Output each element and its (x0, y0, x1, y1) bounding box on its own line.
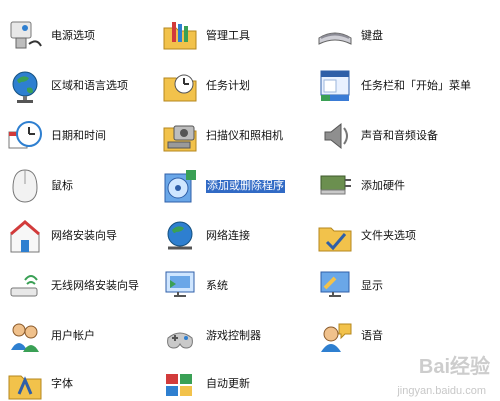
watermark: Bai经验 (418, 356, 490, 378)
item-scheduled-tasks[interactable]: 任务计划 (160, 64, 250, 108)
item-fonts[interactable]: 字体 (5, 362, 73, 401)
item-date-time[interactable]: 日期和时间 (5, 114, 106, 158)
speaker-icon (315, 116, 355, 156)
game-controller-icon (160, 316, 200, 356)
globe-icon (5, 66, 45, 106)
scanner-camera-icon (160, 116, 200, 156)
item-label: 电源选项 (51, 29, 95, 42)
item-label: 任务计划 (206, 79, 250, 92)
add-remove-programs-icon (160, 166, 200, 206)
keyboard-icon (315, 16, 355, 56)
item-label: 无线网络安装向导 (51, 279, 139, 292)
mouse-icon (5, 166, 45, 206)
user-accounts-icon (5, 316, 45, 356)
item-label: 网络安装向导 (51, 229, 117, 242)
item-label: 游戏控制器 (206, 329, 261, 342)
item-speech[interactable]: 语音 (315, 314, 383, 358)
item-system[interactable]: 系统 (160, 264, 228, 308)
network-connections-icon (160, 216, 200, 256)
watermark-subtext: jingyan.baidu.com (397, 385, 486, 397)
item-label: 用户帐户 (51, 329, 95, 342)
speech-icon (315, 316, 355, 356)
item-taskbar-start[interactable]: 任务栏和「开始」菜单 (315, 64, 471, 108)
item-region-language[interactable]: 区域和语言选项 (5, 64, 128, 108)
item-label: 扫描仪和照相机 (206, 129, 283, 142)
item-user-accounts[interactable]: 用户帐户 (5, 314, 95, 358)
item-game-controllers[interactable]: 游戏控制器 (160, 314, 261, 358)
item-keyboard[interactable]: 键盘 (315, 14, 383, 58)
auto-update-icon (160, 364, 200, 401)
item-network-setup-wizard[interactable]: 网络安装向导 (5, 214, 117, 258)
item-wireless-setup-wizard[interactable]: 无线网络安装向导 (5, 264, 139, 308)
system-icon (160, 266, 200, 306)
item-display[interactable]: 显示 (315, 264, 383, 308)
item-admin-tools[interactable]: 管理工具 (160, 14, 250, 58)
network-setup-icon (5, 216, 45, 256)
item-scanner-camera[interactable]: 扫描仪和照相机 (160, 114, 283, 158)
control-panel-view: 电源选项 管理工具 键盘 区域和语言选项 任务计划 任务栏和「开始」菜单 日期和… (0, 0, 500, 401)
item-label: 添加或删除程序 (206, 179, 285, 193)
display-icon (315, 266, 355, 306)
item-label: 自动更新 (206, 377, 250, 390)
item-label: 添加硬件 (361, 179, 405, 192)
item-label: 文件夹选项 (361, 229, 416, 242)
item-label: 字体 (51, 377, 73, 390)
item-network-connections[interactable]: 网络连接 (160, 214, 250, 258)
item-label: 显示 (361, 279, 383, 292)
power-options-icon (5, 16, 45, 56)
datetime-icon (5, 116, 45, 156)
item-sound-audio[interactable]: 声音和音频设备 (315, 114, 438, 158)
item-label: 键盘 (361, 29, 383, 42)
item-label: 系统 (206, 279, 228, 292)
item-add-remove-programs[interactable]: 添加或删除程序 (160, 164, 285, 208)
folder-options-icon (315, 216, 355, 256)
item-label: 日期和时间 (51, 129, 106, 142)
taskbar-icon (315, 66, 355, 106)
wireless-setup-icon (5, 266, 45, 306)
item-label: 任务栏和「开始」菜单 (361, 79, 471, 92)
scheduled-tasks-icon (160, 66, 200, 106)
item-label: 区域和语言选项 (51, 79, 128, 92)
item-folder-options[interactable]: 文件夹选项 (315, 214, 416, 258)
item-add-hardware[interactable]: 添加硬件 (315, 164, 405, 208)
item-mouse[interactable]: 鼠标 (5, 164, 73, 208)
admin-tools-icon (160, 16, 200, 56)
fonts-icon (5, 364, 45, 401)
item-automatic-updates[interactable]: 自动更新 (160, 362, 250, 401)
item-label: 管理工具 (206, 29, 250, 42)
item-power-options[interactable]: 电源选项 (5, 14, 95, 58)
item-label: 鼠标 (51, 179, 73, 192)
item-label: 网络连接 (206, 229, 250, 242)
item-label: 声音和音频设备 (361, 129, 438, 142)
add-hardware-icon (315, 166, 355, 206)
item-label: 语音 (361, 329, 383, 342)
